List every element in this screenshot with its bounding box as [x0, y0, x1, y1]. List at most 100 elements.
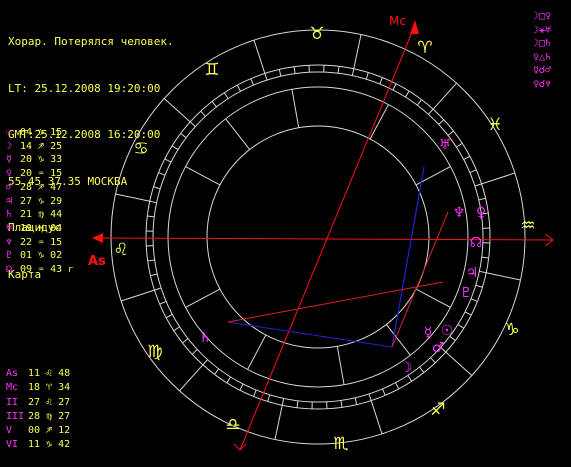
- mars-icon: ♂: [432, 340, 445, 356]
- house-cusp-line: [385, 324, 411, 356]
- degree-tick: [281, 398, 285, 406]
- degree-tick: [481, 256, 489, 259]
- degree-tick: [407, 375, 413, 382]
- sign-divider: [486, 272, 521, 281]
- sign-divider: [120, 289, 155, 302]
- degree-tick: [239, 383, 244, 391]
- house-cusp-line: [185, 288, 221, 308]
- degree-tick: [153, 186, 161, 190]
- house-cusp-line: [185, 166, 221, 186]
- degree-tick: [430, 357, 436, 364]
- sign-divider: [481, 172, 516, 185]
- sign-divider: [445, 351, 473, 376]
- aspect-line: [391, 211, 449, 348]
- ascendant-axis: [98, 237, 554, 241]
- moon-icon: ☽: [400, 360, 413, 376]
- gemini-icon: ♊: [204, 60, 219, 80]
- aquarius-icon: ♒: [520, 216, 535, 236]
- sign-divider: [353, 34, 362, 69]
- degree-tick: [456, 142, 463, 148]
- degree-tick: [416, 99, 422, 106]
- degree-tick: [147, 215, 155, 218]
- sun-icon: ☉: [441, 323, 454, 339]
- degree-tick: [226, 376, 231, 384]
- planets-on-wheel: ♅ ♆ ♀ ☊ ♃ ♇ ☿ ☉♂ ☽ ♄: [199, 137, 486, 376]
- house-cusp-line: [291, 89, 300, 128]
- north-node-icon: ☊: [470, 235, 482, 251]
- degree-tick: [382, 388, 386, 396]
- scorpio-icon: ♏: [333, 434, 348, 454]
- degree-tick: [395, 382, 400, 390]
- degree-tick: [200, 110, 206, 117]
- degree-tick: [147, 259, 155, 262]
- aspect-lines: [227, 166, 449, 348]
- degree-tick: [337, 66, 340, 74]
- degree-tick: [457, 324, 465, 329]
- degree-tick: [267, 394, 271, 402]
- degree-tick: [164, 158, 172, 163]
- uranus-icon: ♅: [439, 137, 452, 153]
- degree-tick: [469, 169, 477, 173]
- degree-tick: [171, 145, 179, 150]
- degree-tick: [211, 101, 217, 108]
- sagittarius-icon: ♐: [430, 400, 445, 420]
- degree-tick: [214, 368, 220, 375]
- house-cusp-line: [247, 334, 267, 370]
- pisces-icon: ♓: [487, 115, 502, 135]
- degree-tick: [149, 200, 157, 204]
- neptune-icon: ♆: [453, 205, 466, 221]
- degree-tick: [479, 270, 487, 274]
- capricorn-icon: ♑: [504, 320, 519, 340]
- degree-tick: [264, 73, 268, 81]
- sign-dividers: [115, 34, 521, 440]
- midheaven-label: Mc: [389, 14, 406, 28]
- sign-divider: [115, 193, 150, 202]
- degree-tick: [438, 119, 445, 125]
- degree-tick: [464, 311, 472, 316]
- degree-tick: [182, 338, 189, 344]
- degree-tick: [250, 78, 254, 86]
- aries-icon: ♈: [417, 38, 432, 58]
- house-cusp-line: [415, 288, 451, 308]
- chart-wheel[interactable]: As Mc ♈ ♉ ♊ ♋ ♌ ♍ ♎ ♏ ♐ ♑ ♒ ♓ ♅ ♆ ♀ ☊ ♃ ♇ ☿ ☉♂ ☽ ♄: [0, 0, 571, 467]
- saturn-icon: ♄: [199, 330, 212, 346]
- degree-tick: [379, 77, 383, 85]
- degree-tick: [474, 183, 482, 187]
- taurus-icon: ♉: [309, 24, 324, 44]
- degree-tick: [278, 69, 282, 77]
- degree-tick: [236, 84, 241, 92]
- wheel-rings: [110, 29, 526, 445]
- sign-divider: [253, 39, 266, 74]
- degree-tick: [419, 366, 425, 373]
- midheaven-arrow: [410, 20, 419, 34]
- sign-divider: [179, 364, 204, 392]
- virgo-icon: ♍: [147, 342, 162, 362]
- degree-tick: [293, 66, 296, 74]
- degree-tick: [165, 314, 173, 319]
- cancer-icon: ♋: [133, 139, 148, 159]
- degree-tick: [354, 397, 358, 405]
- degree-tick: [447, 130, 454, 136]
- degree-tick: [191, 349, 198, 355]
- mercury-icon: ☿: [424, 325, 433, 341]
- degree-tick: [463, 155, 471, 160]
- degree-tick: [150, 273, 158, 277]
- sign-divider: [274, 405, 283, 440]
- degree-tick: [223, 92, 229, 99]
- degree-tick: [475, 284, 483, 288]
- degree-tick: [428, 108, 434, 115]
- degree-tick: [154, 287, 162, 291]
- degree-tick: [296, 400, 299, 408]
- degree-tick: [351, 68, 355, 76]
- aspect-line: [391, 166, 425, 348]
- sign-divider: [370, 400, 383, 435]
- house-cusp-lines: [185, 89, 451, 385]
- degree-tick: [340, 400, 343, 408]
- degree-tick: [405, 90, 410, 98]
- pluto-icon: ♇: [460, 285, 473, 301]
- degree-tick: [253, 389, 257, 397]
- degree-tick: [365, 72, 369, 80]
- degree-tick: [189, 121, 196, 127]
- degree-tick: [202, 359, 208, 366]
- leo-icon: ♌: [113, 240, 128, 260]
